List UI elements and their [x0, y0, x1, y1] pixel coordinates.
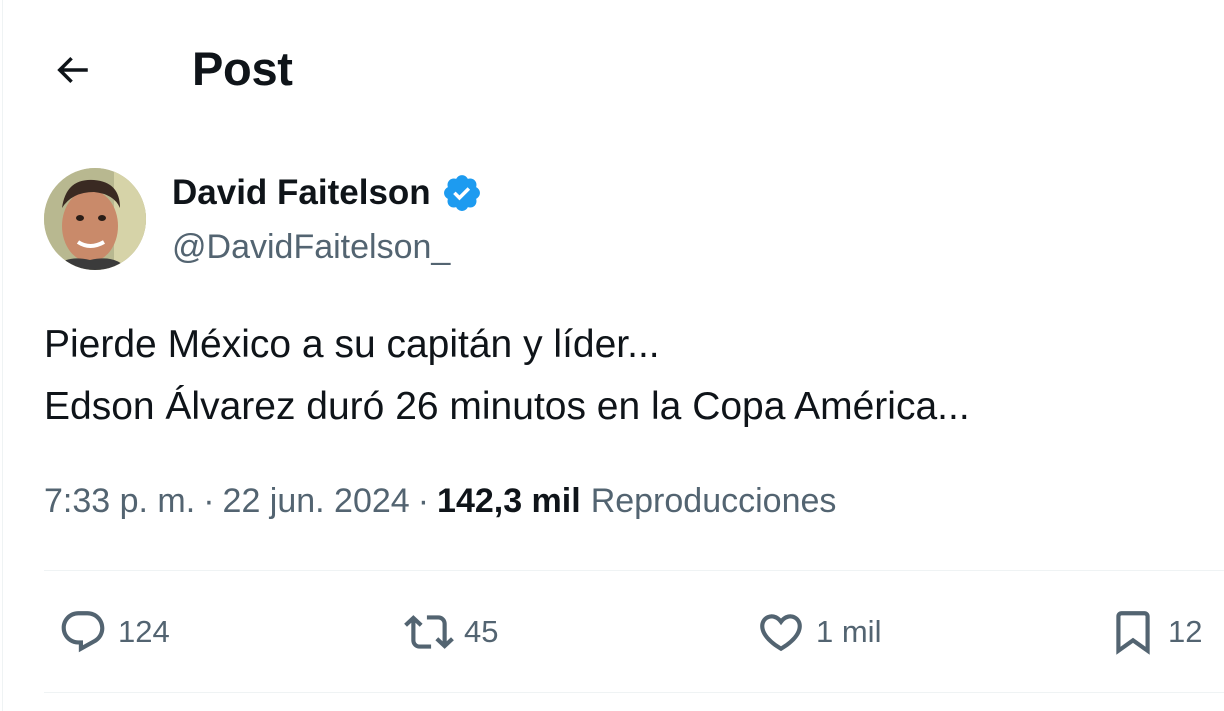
bookmark-count: 12 — [1168, 614, 1203, 649]
divider — [44, 570, 1224, 571]
post-meta: 7:33 p. m. · 22 jun. 2024 · 142,3 mil Re… — [44, 474, 836, 528]
post-text-line: Pierde México a su capitán y líder... — [44, 323, 660, 366]
meta-separator: · — [417, 481, 430, 520]
reply-count: 124 — [118, 614, 170, 649]
heart-icon — [760, 614, 802, 652]
meta-separator: · — [203, 481, 215, 520]
avatar-image — [44, 168, 146, 270]
author-name-row: David Faitelson — [172, 168, 483, 218]
post-date[interactable]: 22 jun. 2024 — [223, 482, 410, 521]
views-label: Reproducciones — [590, 481, 837, 520]
post-header: Post — [0, 0, 1224, 140]
post-text-line: Edson Álvarez duró 26 minutos en la Copa… — [44, 385, 970, 428]
avatar[interactable] — [44, 168, 146, 270]
repost-button[interactable]: 45 — [404, 604, 498, 660]
post-page: Post David Faitelson @DavidFaitelson_ Pi… — [0, 0, 1224, 711]
back-button[interactable] — [46, 44, 98, 96]
reply-icon — [61, 611, 105, 653]
arrow-left-icon — [57, 56, 88, 84]
like-button[interactable]: 1 mil — [756, 604, 881, 660]
like-count: 1 mil — [816, 614, 882, 649]
page-title: Post — [192, 42, 293, 95]
repost-count: 45 — [464, 614, 499, 649]
verified-icon — [443, 175, 480, 211]
post-text: Pierde México a su capitán y líder... Ed… — [44, 314, 1194, 438]
author-handle[interactable]: @DavidFaitelson_ — [172, 224, 450, 270]
divider — [44, 692, 1224, 693]
verified-badge-icon[interactable] — [441, 172, 483, 214]
action-bar: 124 45 1 mil 12 — [0, 572, 1224, 692]
post-time[interactable]: 7:33 p. m. — [44, 482, 195, 521]
reply-button[interactable]: 124 — [58, 604, 170, 660]
author-name[interactable]: David Faitelson — [172, 168, 431, 218]
repost-icon — [404, 615, 454, 649]
bookmark-icon — [1116, 611, 1150, 655]
bookmark-button[interactable]: 12 — [1108, 604, 1202, 660]
views-count: 142,3 mil — [437, 481, 581, 520]
